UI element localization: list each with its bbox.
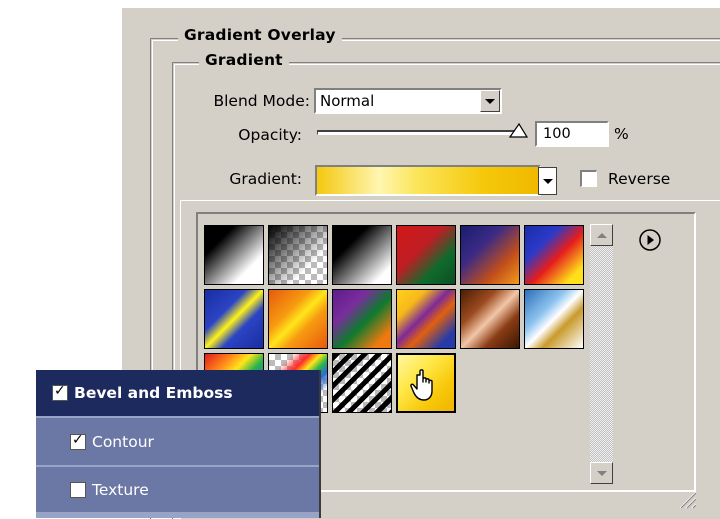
preset-list-scrollbar[interactable] — [590, 224, 613, 484]
preset-blue-red-yellow[interactable] — [524, 225, 584, 285]
opacity-value: 100 — [543, 126, 571, 142]
opacity-slider-thumb[interactable] — [509, 121, 529, 139]
scroll-up-button[interactable] — [590, 224, 613, 246]
preset-yellow-violet-orange-blue[interactable] — [396, 289, 456, 349]
hand-pointer-icon — [410, 369, 433, 401]
check-icon: ✓ — [72, 431, 84, 448]
contour-label: Contour — [92, 432, 154, 451]
blend-mode-select[interactable]: Normal — [314, 88, 502, 114]
opacity-unit: % — [614, 125, 629, 143]
chevron-down-icon — [542, 178, 553, 184]
preset-orange-yellow-orange[interactable] — [268, 289, 328, 349]
preset-yellow-selected[interactable] — [396, 353, 456, 413]
section-title: Gradient Overlay — [178, 26, 342, 44]
preset-black-to-transparent[interactable] — [268, 225, 328, 285]
preset-red-green[interactable] — [396, 225, 456, 285]
preset-blue-yellow-blue[interactable] — [204, 289, 264, 349]
arrow-down-icon — [596, 470, 607, 476]
bevel-emboss-label: Bevel and Emboss — [74, 384, 233, 402]
style-item-texture[interactable]: Texture — [36, 467, 319, 512]
gradient-preview[interactable] — [315, 165, 541, 196]
scroll-down-button[interactable] — [590, 462, 613, 484]
contour-checkbox[interactable]: ✓ — [70, 431, 86, 450]
blend-mode-label: Blend Mode: — [213, 92, 310, 110]
preset-violet-orange[interactable] — [460, 225, 520, 285]
check-icon: ✓ — [54, 383, 66, 399]
blend-mode-value: Normal — [320, 92, 375, 110]
gradient-label: Gradient: — [229, 170, 302, 188]
resize-grip-icon[interactable] — [676, 488, 698, 510]
preset-copper[interactable] — [460, 289, 520, 349]
texture-label: Texture — [92, 480, 149, 499]
opacity-input[interactable]: 100 — [535, 121, 609, 147]
style-item-contour[interactable]: ✓ Contour — [36, 418, 319, 465]
preset-black-to-white-2[interactable] — [332, 225, 392, 285]
preset-transparent-stripes[interactable] — [332, 353, 392, 413]
bevel-emboss-checkbox[interactable]: ✓ — [52, 383, 68, 401]
style-item-bevel-emboss[interactable]: ✓ Bevel and Emboss — [36, 370, 319, 416]
reverse-label: Reverse — [608, 170, 671, 188]
styles-list: ✓ Bevel and Emboss ✓ Contour Texture — [36, 370, 321, 518]
preset-violet-green-orange[interactable] — [332, 289, 392, 349]
texture-checkbox[interactable] — [70, 481, 86, 498]
play-circle-icon[interactable] — [638, 228, 662, 252]
arrow-up-icon — [596, 232, 607, 238]
preset-black-to-white[interactable] — [204, 225, 264, 285]
group-title: Gradient — [199, 51, 289, 69]
chevron-down-icon — [485, 98, 495, 104]
gradient-dropdown-button[interactable] — [538, 167, 557, 195]
opacity-slider-track[interactable] — [317, 130, 523, 135]
preset-chrome[interactable] — [524, 289, 584, 349]
blend-mode-dropdown-button[interactable] — [480, 90, 500, 112]
reverse-checkbox[interactable] — [580, 170, 597, 187]
opacity-label: Opacity: — [238, 126, 302, 144]
